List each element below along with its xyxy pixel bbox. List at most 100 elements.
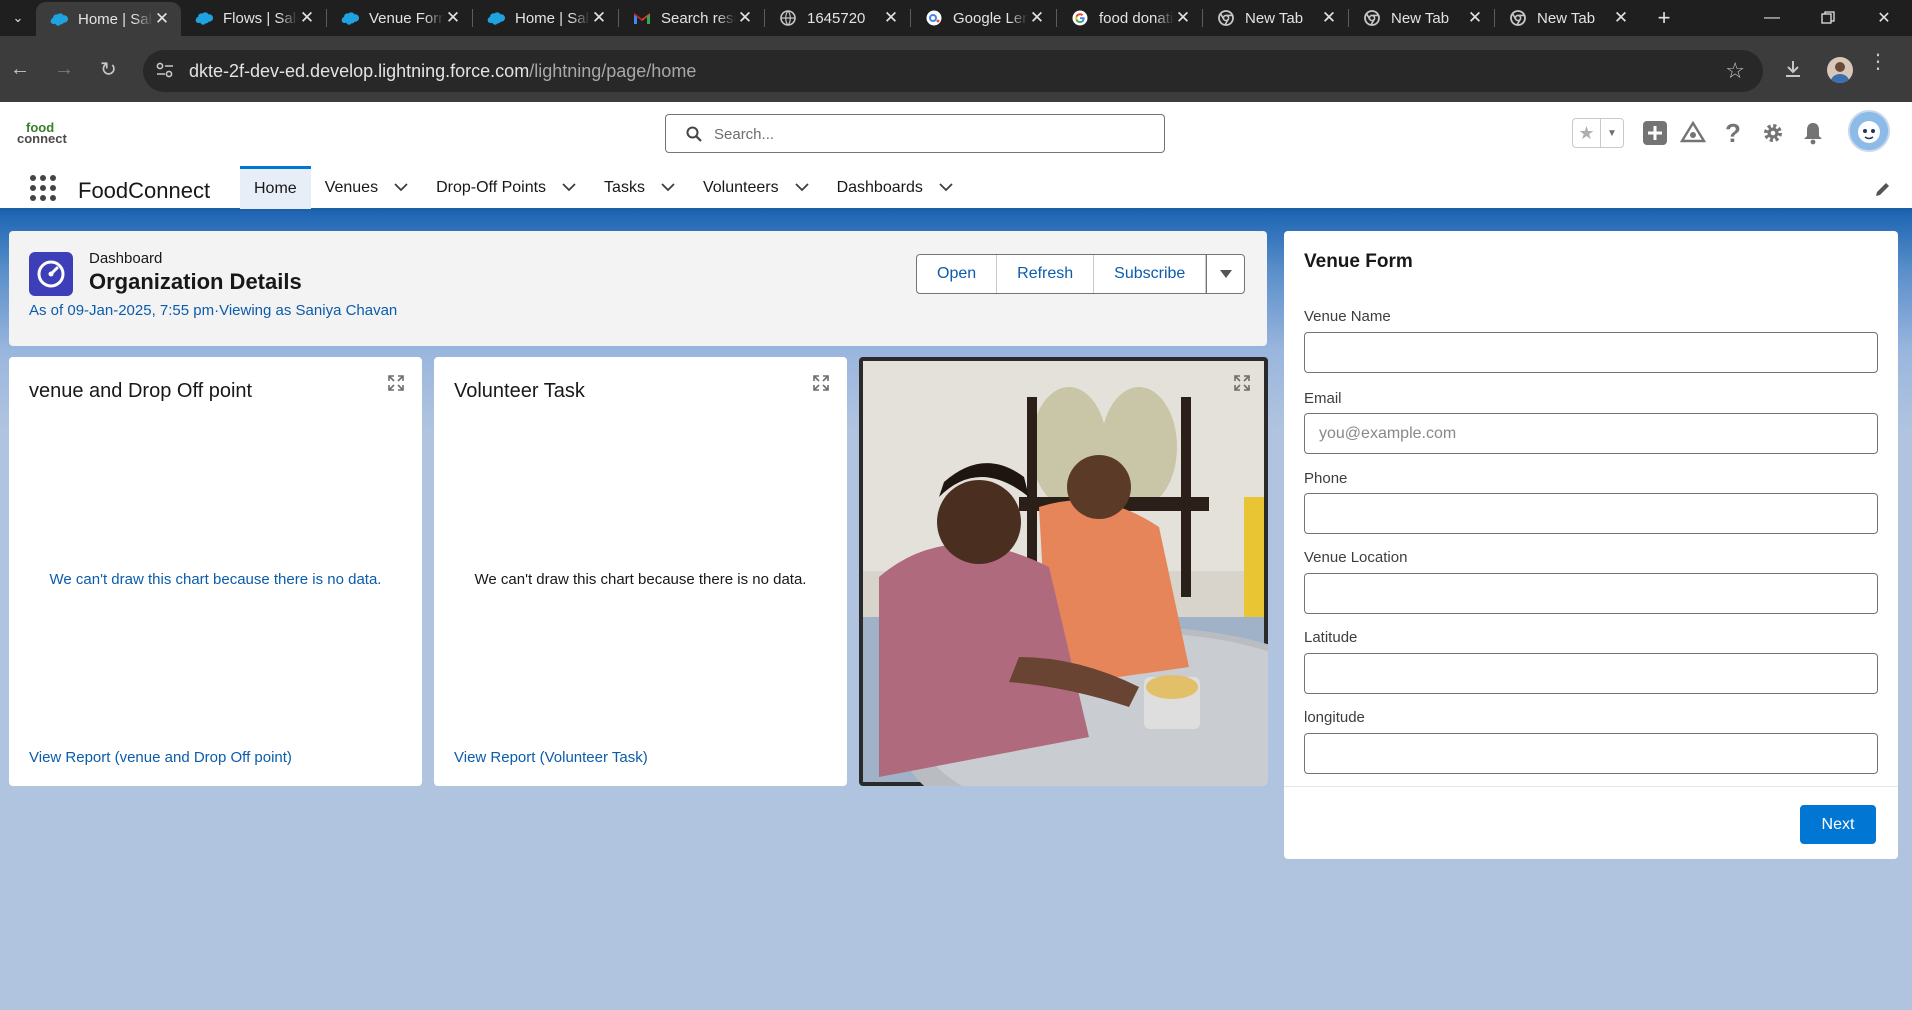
latitude-input[interactable] (1304, 653, 1878, 694)
tab-title: 1645720 (807, 9, 866, 27)
browser-tab[interactable]: New Tab ✕ (1349, 0, 1494, 36)
chevron-down-icon[interactable] (394, 181, 408, 195)
venue-name-input[interactable] (1304, 332, 1878, 373)
food-connect-logo[interactable]: food connect (17, 121, 67, 146)
close-tab-icon[interactable]: ✕ (1028, 8, 1046, 28)
help-question-icon[interactable]: ? (1719, 118, 1747, 148)
close-tab-icon[interactable]: ✕ (1174, 8, 1192, 28)
address-bar[interactable]: dkte-2f-dev-ed.develop.lightning.force.c… (143, 50, 1763, 92)
refresh-button[interactable]: Refresh (997, 255, 1095, 293)
phone-input[interactable] (1304, 493, 1878, 534)
browser-tab[interactable]: Home | Salesforce ✕ (36, 2, 181, 36)
email-label: Email (1304, 390, 1342, 407)
browser-tab[interactable]: food donation ✕ (1057, 0, 1202, 36)
url-path: /lightning/page/home (529, 61, 697, 81)
browser-tab[interactable]: Flows | Salesforce ✕ (181, 0, 326, 36)
more-actions-dropdown-icon[interactable] (1206, 255, 1245, 293)
close-tab-icon[interactable]: ✕ (882, 8, 900, 28)
close-tab-icon[interactable]: ✕ (1320, 8, 1338, 28)
latitude-label: Latitude (1304, 629, 1358, 646)
view-report-link[interactable]: View Report (Volunteer Task) (454, 749, 648, 766)
expand-icon[interactable] (813, 375, 829, 391)
subscribe-button[interactable]: Subscribe (1094, 255, 1207, 293)
expand-icon[interactable] (1234, 375, 1250, 391)
reload-icon[interactable]: ↻ (100, 57, 117, 82)
chevron-down-icon[interactable] (562, 181, 576, 195)
dashboard-button-group: Open Refresh Subscribe (916, 254, 1246, 294)
salesforce-cloud-icon (487, 9, 505, 27)
back-arrow-icon[interactable]: ← (10, 58, 30, 81)
logo-line-2: connect (17, 131, 67, 146)
download-icon[interactable] (1782, 58, 1804, 85)
nav-tab-tasks[interactable]: Tasks (590, 166, 689, 209)
google-lens-icon (925, 9, 943, 27)
browser-tab[interactable]: 1645720 ✕ (765, 0, 910, 36)
restore-icon[interactable] (1800, 0, 1856, 36)
notifications-bell-icon[interactable] (1799, 119, 1827, 147)
favorites-split-button: ★ ▼ (1572, 118, 1624, 148)
chevron-down-icon[interactable] (661, 181, 675, 195)
site-settings-icon[interactable] (155, 61, 177, 81)
nav-tab-label: Venues (324, 178, 379, 196)
user-avatar[interactable] (1848, 110, 1890, 152)
search-input[interactable] (714, 123, 1144, 145)
dashboard-title: Organization Details (89, 269, 302, 294)
no-data-message: We can't draw this chart because there i… (49, 571, 382, 588)
chevron-down-icon[interactable] (794, 181, 809, 195)
volunteers-food-packing-photo (859, 357, 1268, 786)
close-tab-icon[interactable]: ✕ (298, 8, 316, 28)
browser-tab[interactable]: Venue Form ✕ (327, 0, 472, 36)
browser-menu-icon[interactable]: ⋮ (1868, 52, 1888, 72)
tab-title: Search results (661, 9, 736, 27)
global-search[interactable] (665, 114, 1165, 153)
nav-tab-home[interactable]: Home (240, 166, 311, 209)
url-host: dkte-2f-dev-ed.develop.lightning.force.c… (189, 61, 530, 81)
nav-tab-volunteers[interactable]: Volunteers (689, 166, 823, 209)
browser-tab[interactable]: Google Lens ✕ (911, 0, 1056, 36)
close-tab-icon[interactable]: ✕ (444, 8, 462, 28)
close-tab-icon[interactable]: ✕ (590, 8, 608, 28)
expand-icon[interactable] (388, 375, 404, 391)
browser-tab[interactable]: New Tab ✕ (1203, 0, 1348, 36)
forward-arrow-icon[interactable]: → (54, 58, 74, 81)
favorites-dropdown-icon[interactable]: ▼ (1601, 119, 1623, 147)
nav-tab-venues[interactable]: Venues (311, 166, 422, 209)
edit-nav-pencil-icon[interactable] (1874, 180, 1892, 203)
open-button[interactable]: Open (917, 255, 998, 293)
view-report-link[interactable]: View Report (venue and Drop Off point) (29, 749, 292, 766)
close-tab-icon[interactable]: ✕ (736, 8, 754, 28)
next-button[interactable]: Next (1800, 805, 1876, 844)
tab-list: Home | Salesforce ✕ Flows | Salesforce ✕… (36, 0, 1682, 36)
minimize-icon[interactable]: — (1744, 0, 1800, 36)
global-actions-plus-icon[interactable] (1641, 119, 1669, 147)
venue-location-input[interactable] (1304, 573, 1878, 614)
salesforce-cloud-icon (50, 10, 68, 28)
tab-title: Home | Salesforce (78, 10, 153, 28)
nav-tab-dashboards[interactable]: Dashboards (823, 166, 967, 209)
trailhead-guidance-icon[interactable] (1679, 119, 1707, 147)
app-launcher-waffle-icon[interactable] (29, 174, 57, 202)
browser-profile-avatar[interactable] (1827, 57, 1853, 83)
close-window-icon[interactable]: ✕ (1856, 0, 1912, 36)
url-text: dkte-2f-dev-ed.develop.lightning.force.c… (189, 61, 696, 82)
browser-tab[interactable]: Search results ✕ (619, 0, 764, 36)
dashboard-gauge-icon (29, 252, 73, 296)
email-input[interactable] (1304, 413, 1878, 454)
setup-gear-icon[interactable] (1759, 119, 1787, 147)
longitude-input[interactable] (1304, 733, 1878, 774)
browser-tab-strip: ⌄ Home | Salesforce ✕ Flows | Salesforce… (0, 0, 1912, 36)
chevron-down-icon[interactable] (939, 181, 953, 195)
bookmark-star-icon[interactable]: ☆ (1725, 58, 1745, 84)
close-tab-icon[interactable]: ✕ (153, 9, 171, 29)
new-tab-plus-icon[interactable]: + (1646, 0, 1682, 36)
favorite-star-icon[interactable]: ★ (1573, 119, 1601, 147)
nav-tab-label: Drop-Off Points (436, 178, 547, 196)
close-tab-icon[interactable]: ✕ (1466, 8, 1484, 28)
close-tab-icon[interactable]: ✕ (1612, 8, 1630, 28)
browser-tab[interactable]: Home | Salesforce ✕ (473, 0, 618, 36)
browser-tab[interactable]: New Tab ✕ (1495, 0, 1640, 36)
component-title: venue and Drop Off point (29, 380, 253, 402)
nav-tab-label: Tasks (604, 178, 645, 196)
nav-tab-drop-off-points[interactable]: Drop-Off Points (422, 166, 590, 209)
tab-search-chevron-icon[interactable]: ⌄ (0, 0, 36, 36)
